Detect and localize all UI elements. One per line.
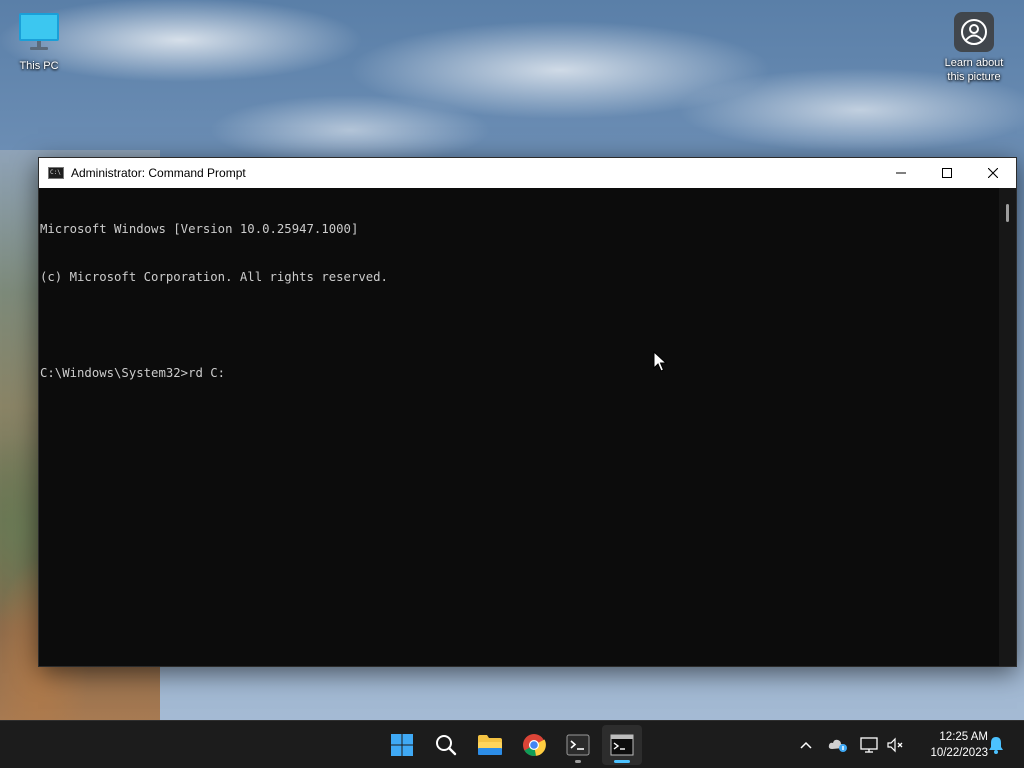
camera-location-icon xyxy=(954,12,994,52)
command-prompt-icon xyxy=(610,734,634,756)
search-button[interactable] xyxy=(426,725,466,765)
desktop-icon-label: This PC xyxy=(19,60,59,72)
close-icon xyxy=(988,168,998,178)
volume-muted-icon xyxy=(887,737,903,753)
maximize-icon xyxy=(942,168,952,178)
chrome-icon xyxy=(523,734,546,756)
minimize-icon xyxy=(896,172,906,174)
bell-icon xyxy=(989,737,1003,754)
command-prompt-window: C:\ Administrator: Command Prompt Micros… xyxy=(38,157,1017,667)
minimize-button[interactable] xyxy=(878,158,924,188)
desktop-icon-this-pc[interactable]: This PC xyxy=(2,12,76,73)
console-line: Microsoft Windows [Version 10.0.25947.10… xyxy=(40,222,359,236)
command-prompt-taskbar-button[interactable] xyxy=(602,725,642,765)
command-prompt-icon: C:\ xyxy=(48,167,64,179)
close-button[interactable] xyxy=(970,158,1016,188)
volume-tray-button[interactable] xyxy=(883,733,907,757)
network-tray-button[interactable] xyxy=(857,733,881,757)
monitor-icon xyxy=(19,13,59,50)
clock-date: 10/22/2023 xyxy=(930,747,988,759)
chevron-up-icon xyxy=(800,741,812,749)
terminal-icon xyxy=(566,734,590,756)
folder-icon xyxy=(478,735,502,755)
console-line: (c) Microsoft Corporation. All rights re… xyxy=(40,270,388,284)
search-icon xyxy=(436,735,457,756)
terminal-button[interactable] xyxy=(558,725,598,765)
start-button[interactable] xyxy=(382,725,422,765)
clock-time: 12:25 AM xyxy=(939,731,988,743)
mouse-pointer-icon xyxy=(653,351,667,372)
console-output[interactable]: Microsoft Windows [Version 10.0.25947.10… xyxy=(39,188,1001,666)
console-prompt-line: C:\Windows\System32>rd C: xyxy=(40,366,226,380)
active-indicator xyxy=(614,760,630,763)
taskbar: 12:25 AM 10/22/2023 xyxy=(0,720,1024,768)
maximize-button[interactable] xyxy=(924,158,970,188)
network-icon xyxy=(860,737,878,753)
title-bar[interactable]: C:\ Administrator: Command Prompt xyxy=(39,158,1016,188)
vertical-scrollbar[interactable] xyxy=(999,188,1016,666)
running-indicator xyxy=(575,760,581,763)
window-title: Administrator: Command Prompt xyxy=(71,166,246,180)
chrome-button[interactable] xyxy=(514,725,554,765)
cloud-sync-icon xyxy=(828,739,847,752)
scrollbar-thumb[interactable] xyxy=(1006,204,1009,222)
taskbar-clock[interactable]: 12:25 AM 10/22/2023 xyxy=(914,729,988,761)
desktop-icon-learn-about-picture[interactable]: Learn about this picture xyxy=(937,12,1011,84)
show-hidden-icons-button[interactable] xyxy=(794,733,818,757)
windows-logo-icon xyxy=(391,734,413,756)
onedrive-tray-button[interactable] xyxy=(826,733,850,757)
notifications-button[interactable] xyxy=(984,733,1008,757)
file-explorer-button[interactable] xyxy=(470,725,510,765)
desktop-icon-label: Learn about this picture xyxy=(944,57,1004,83)
